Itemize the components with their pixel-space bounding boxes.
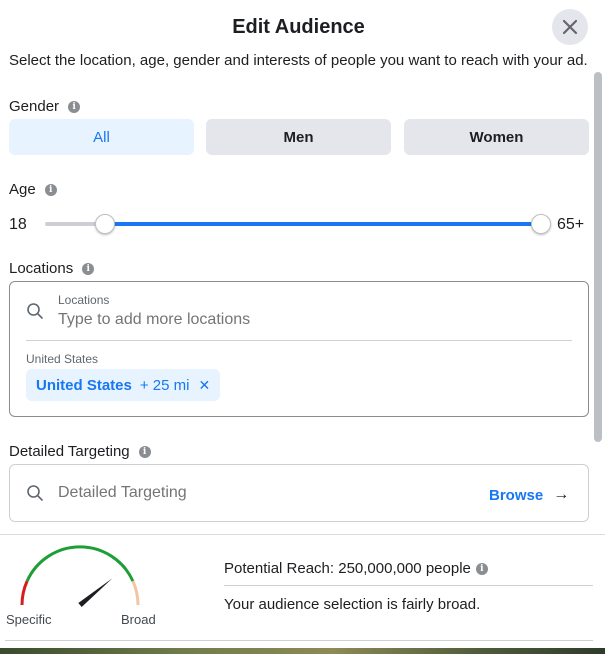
age-label: Age: [9, 181, 36, 198]
potential-reach-text: Potential Reach: 250,000,000 people: [224, 560, 471, 577]
info-icon[interactable]: i: [44, 183, 57, 196]
locations-heading: Locations i: [9, 260, 95, 277]
browse-label: Browse: [489, 486, 544, 504]
remove-location-icon[interactable]: ✕: [198, 377, 210, 394]
info-icon[interactable]: i: [68, 100, 81, 113]
close-button[interactable]: [552, 9, 588, 45]
intro-text: Select the location, age, gender and int…: [9, 52, 588, 69]
detailed-targeting-field[interactable]: Browse →: [9, 464, 589, 522]
dialog-title: Edit Audience: [232, 16, 365, 38]
age-heading: Age i: [9, 181, 57, 198]
gender-label: Gender: [9, 98, 60, 115]
browse-button[interactable]: Browse →: [489, 486, 569, 504]
location-chip[interactable]: United States + 25 mi ✕: [26, 369, 221, 401]
divider: [5, 640, 593, 641]
detailed-targeting-label: Detailed Targeting: [9, 443, 130, 460]
divider: [224, 585, 593, 586]
age-slider-track[interactable]: [45, 222, 541, 226]
audience-footer: Specific Broad Potential Reach: 250,000,…: [0, 534, 605, 643]
divider: [26, 340, 572, 341]
location-chip-radius[interactable]: + 25 mi: [140, 377, 190, 394]
gender-women-button[interactable]: Women: [404, 119, 589, 155]
location-chip-name: United States: [36, 376, 132, 394]
scrollbar[interactable]: [594, 72, 602, 442]
age-min-handle[interactable]: [94, 214, 115, 234]
audience-gauge: [20, 545, 140, 607]
gauge-specific-label: Specific: [6, 612, 52, 627]
gauge-broad-label: Broad: [121, 612, 156, 627]
info-icon[interactable]: i: [138, 445, 151, 458]
age-max-value: 65+: [557, 216, 585, 233]
dialog-header: Edit Audience: [0, 0, 605, 54]
locations-label: Locations: [9, 260, 74, 277]
locations-search-input[interactable]: [58, 311, 538, 329]
locations-search-label: Locations: [58, 293, 110, 307]
potential-reach: Potential Reach: 250,000,000 people i: [224, 560, 488, 577]
gauge-arc-defined: [25, 545, 135, 582]
gender-all-button[interactable]: All: [9, 119, 194, 155]
close-icon: [562, 19, 578, 35]
search-icon: [27, 485, 43, 501]
detailed-targeting-heading: Detailed Targeting i: [9, 443, 151, 460]
audience-form[interactable]: Select the location, age, gender and int…: [0, 46, 596, 524]
background-strip: [0, 648, 605, 654]
info-icon[interactable]: i: [82, 262, 95, 275]
info-icon[interactable]: i: [475, 562, 488, 575]
gender-men-button[interactable]: Men: [206, 119, 391, 155]
gauge-arc-broad: [131, 580, 140, 606]
country-label: United States: [26, 352, 99, 366]
arrow-right-icon: →: [553, 486, 570, 503]
age-max-handle[interactable]: [531, 214, 551, 234]
age-min-value: 18: [9, 216, 27, 233]
gauge-arc-specific: [20, 580, 29, 606]
audience-description: Your audience selection is fairly broad.: [224, 596, 481, 613]
gauge-needle: [78, 578, 113, 607]
locations-field[interactable]: Locations United States United States + …: [9, 281, 589, 417]
gender-heading: Gender i: [9, 98, 81, 115]
detailed-targeting-input[interactable]: [58, 484, 458, 502]
age-slider-range: [104, 222, 541, 226]
search-icon: [27, 303, 43, 319]
